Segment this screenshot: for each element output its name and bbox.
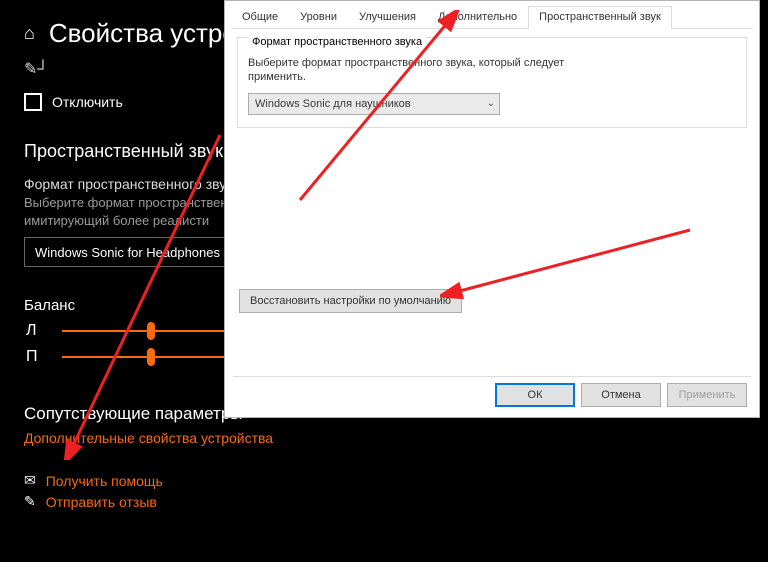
slider-thumb[interactable] bbox=[147, 322, 155, 340]
spatial-panel: Формат пространственного звука Выберите … bbox=[237, 37, 747, 128]
help-row[interactable]: ✉ Получить помощь bbox=[0, 468, 768, 489]
balance-left-label: Л bbox=[26, 322, 46, 340]
panel-title: Формат пространственного звука bbox=[248, 36, 426, 48]
restore-defaults-button[interactable]: Восстановить настройки по умолчанию bbox=[239, 289, 462, 313]
sound-properties-dialog: Общие Уровни Улучшения Дополнительно Про… bbox=[224, 0, 760, 418]
disable-label: Отключить bbox=[52, 94, 123, 110]
tab-bar: Общие Уровни Улучшения Дополнительно Про… bbox=[231, 5, 753, 29]
feedback-link: Отправить отзыв bbox=[46, 494, 157, 510]
cancel-button[interactable]: Отмена bbox=[581, 383, 661, 407]
slider-thumb[interactable] bbox=[147, 348, 155, 366]
tab-spatial[interactable]: Пространственный звук bbox=[528, 6, 672, 29]
balance-left-slider[interactable] bbox=[62, 330, 232, 332]
related-link[interactable]: Дополнительные свойства устройства bbox=[0, 424, 768, 446]
disable-checkbox[interactable] bbox=[24, 93, 42, 111]
combo-value: Windows Sonic для наушников bbox=[255, 98, 411, 110]
spatial-dropdown-value: Windows Sonic for Headphones bbox=[35, 245, 220, 260]
dialog-buttons: ОК Отмена Применить bbox=[495, 383, 747, 407]
tab-levels[interactable]: Уровни bbox=[289, 6, 348, 29]
tab-general[interactable]: Общие bbox=[231, 6, 289, 29]
feedback-icon: ✎ bbox=[24, 493, 36, 510]
feedback-row[interactable]: ✎ Отправить отзыв bbox=[0, 489, 768, 510]
spatial-format-combo[interactable]: Windows Sonic для наушников ⌄ bbox=[248, 93, 500, 115]
separator bbox=[233, 376, 751, 377]
home-icon[interactable]: ⌂ bbox=[24, 23, 35, 44]
tab-enhancements[interactable]: Улучшения bbox=[348, 6, 427, 29]
help-link: Получить помощь bbox=[46, 473, 163, 489]
balance-right-label: П bbox=[26, 348, 46, 366]
help-icon: ✉ bbox=[24, 472, 36, 489]
panel-desc: Выберите формат пространственного звука,… bbox=[248, 56, 568, 85]
page-title: Свойства устрой bbox=[49, 18, 251, 49]
balance-right-slider[interactable] bbox=[62, 356, 232, 358]
ok-button[interactable]: ОК bbox=[495, 383, 575, 407]
tab-advanced[interactable]: Дополнительно bbox=[427, 6, 528, 29]
apply-button[interactable]: Применить bbox=[667, 383, 747, 407]
chevron-down-icon: ⌄ bbox=[487, 98, 495, 109]
